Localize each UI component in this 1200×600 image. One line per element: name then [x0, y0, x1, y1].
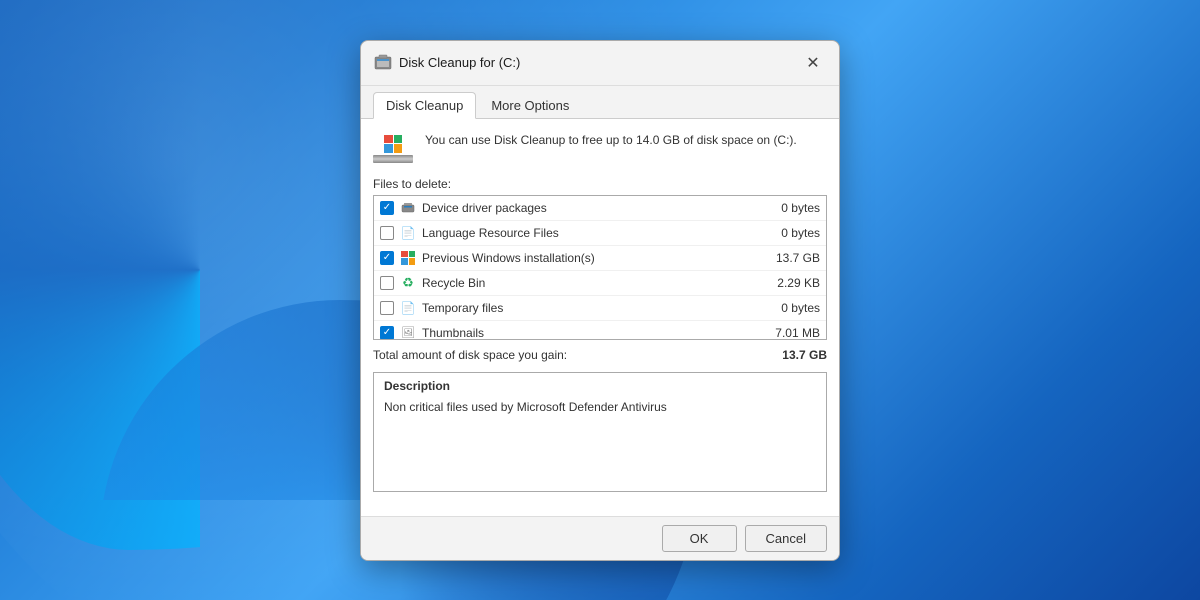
- file-list-container[interactable]: Device driver packages 0 bytes 📄 Languag…: [373, 195, 827, 340]
- file-size-recycle: 2.29 KB: [777, 276, 820, 290]
- file-size-thumbnails: 7.01 MB: [775, 326, 820, 340]
- windows-icon: [400, 250, 416, 266]
- header-description: You can use Disk Cleanup to free up to 1…: [425, 131, 797, 149]
- files-label: Files to delete:: [373, 177, 827, 191]
- checkbox-recycle[interactable]: [380, 276, 394, 290]
- disk-cleanup-dialog: Disk Cleanup for (C:) ✕ Disk Cleanup Mor…: [360, 40, 840, 561]
- file-name-prev-windows: Previous Windows installation(s): [422, 251, 770, 265]
- list-item[interactable]: ♻ Recycle Bin 2.29 KB: [374, 271, 826, 296]
- checkbox-device-driver[interactable]: [380, 201, 394, 215]
- header-area: You can use Disk Cleanup to free up to 1…: [373, 131, 827, 163]
- file-size-temp: 0 bytes: [781, 301, 820, 315]
- dialog-overlay: Disk Cleanup for (C:) ✕ Disk Cleanup Mor…: [0, 0, 1200, 600]
- file-name-temp: Temporary files: [422, 301, 775, 315]
- file-size-language: 0 bytes: [781, 226, 820, 240]
- language-file-icon: 📄: [400, 225, 416, 241]
- temp-files-icon: 📄: [400, 300, 416, 316]
- checkbox-thumbnails[interactable]: [380, 326, 394, 340]
- recycle-bin-icon: ♻: [400, 275, 416, 291]
- title-bar-left: Disk Cleanup for (C:): [373, 53, 520, 73]
- thumbnails-icon: 🖼: [400, 325, 416, 340]
- cancel-button[interactable]: Cancel: [745, 525, 827, 552]
- dialog-title: Disk Cleanup for (C:): [399, 55, 520, 70]
- button-row: OK Cancel: [361, 516, 839, 560]
- total-value: 13.7 GB: [782, 348, 827, 362]
- total-row: Total amount of disk space you gain: 13.…: [373, 348, 827, 362]
- checkbox-prev-windows[interactable]: [380, 251, 394, 265]
- tabs-bar: Disk Cleanup More Options: [361, 86, 839, 119]
- checkbox-temp[interactable]: [380, 301, 394, 315]
- drive-icon: [373, 135, 413, 163]
- file-name-thumbnails: Thumbnails: [422, 326, 769, 340]
- file-name-language: Language Resource Files: [422, 226, 775, 240]
- ok-button[interactable]: OK: [662, 525, 737, 552]
- file-size-prev-windows: 13.7 GB: [776, 251, 820, 265]
- description-label: Description: [384, 379, 816, 393]
- disk-cleanup-icon: [373, 53, 393, 73]
- dialog-body: You can use Disk Cleanup to free up to 1…: [361, 119, 839, 516]
- list-item[interactable]: Previous Windows installation(s) 13.7 GB: [374, 246, 826, 271]
- list-item[interactable]: 📄 Temporary files 0 bytes: [374, 296, 826, 321]
- file-size-device-driver: 0 bytes: [781, 201, 820, 215]
- total-label: Total amount of disk space you gain:: [373, 348, 567, 362]
- tab-disk-cleanup[interactable]: Disk Cleanup: [373, 92, 476, 119]
- list-item[interactable]: 🖼 Thumbnails 7.01 MB: [374, 321, 826, 340]
- description-text: Non critical files used by Microsoft Def…: [384, 400, 667, 414]
- device-driver-icon: [400, 200, 416, 216]
- list-item[interactable]: 📄 Language Resource Files 0 bytes: [374, 221, 826, 246]
- file-name-device-driver: Device driver packages: [422, 201, 775, 215]
- checkbox-language[interactable]: [380, 226, 394, 240]
- list-item[interactable]: Device driver packages 0 bytes: [374, 196, 826, 221]
- description-box: Description Non critical files used by M…: [373, 372, 827, 492]
- close-button[interactable]: ✕: [799, 49, 827, 77]
- title-bar: Disk Cleanup for (C:) ✕: [361, 41, 839, 86]
- tab-more-options[interactable]: More Options: [478, 92, 582, 118]
- file-name-recycle: Recycle Bin: [422, 276, 771, 290]
- file-list: Device driver packages 0 bytes 📄 Languag…: [374, 196, 826, 340]
